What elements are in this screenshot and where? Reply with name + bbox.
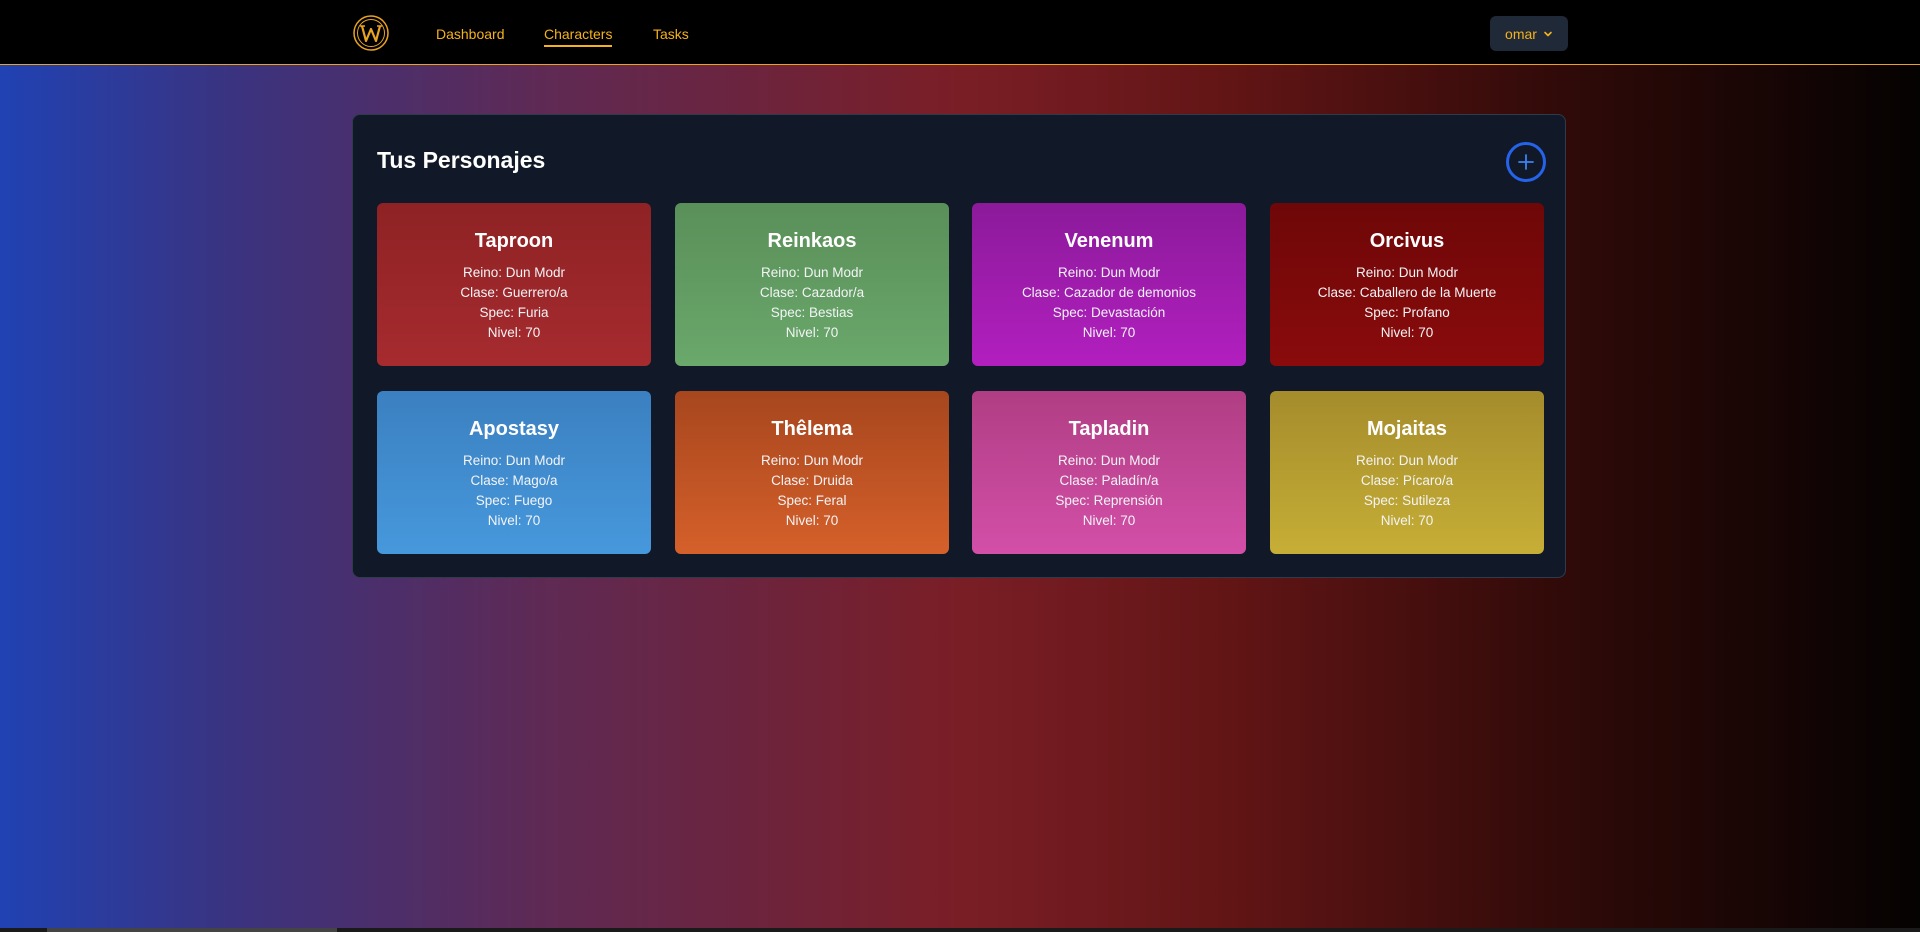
- character-spec: Spec: Bestias: [770, 305, 854, 320]
- nav-characters-link[interactable]: Characters: [544, 25, 613, 47]
- character-name: Thêlema: [771, 418, 853, 440]
- character-name: Reinkaos: [767, 230, 857, 252]
- character-realm: Reino: Dun Modr: [760, 265, 864, 280]
- character-card[interactable]: Apostasy Reino: Dun Modr Clase: Mago/a S…: [377, 391, 651, 554]
- character-class: Clase: Caballero de la Muerte: [1317, 285, 1497, 300]
- character-class: Clase: Cazador/a: [759, 285, 865, 300]
- character-spec: Spec: Furia: [479, 305, 549, 320]
- page-title: Tus Personajes: [377, 147, 546, 173]
- character-realm: Reino: Dun Modr: [1057, 453, 1161, 468]
- character-realm: Reino: Dun Modr: [1355, 453, 1459, 468]
- scrollbar-thumb[interactable]: [47, 928, 337, 932]
- horizontal-scrollbar[interactable]: [0, 928, 1920, 932]
- character-name: Mojaitas: [1366, 418, 1448, 440]
- character-level: Nivel: 70: [785, 513, 839, 528]
- character-realm: Reino: Dun Modr: [1355, 265, 1459, 280]
- plus-icon: [1518, 154, 1534, 170]
- username-label: omar: [1505, 25, 1537, 42]
- character-level: Nivel: 70: [487, 325, 541, 340]
- character-card[interactable]: Venenum Reino: Dun Modr Clase: Cazador d…: [972, 203, 1246, 366]
- characters-panel: Tus Personajes Taproon Reino: Dun Modr C…: [352, 114, 1566, 578]
- top-navbar: Dashboard Characters Tasks omar: [0, 0, 1920, 65]
- character-level: Nivel: 70: [785, 325, 839, 340]
- nav-dashboard-link[interactable]: Dashboard: [436, 25, 505, 43]
- character-class: Clase: Druida: [771, 473, 853, 488]
- character-card[interactable]: Thêlema Reino: Dun Modr Clase: Druida Sp…: [675, 391, 949, 554]
- character-level: Nivel: 70: [1082, 513, 1136, 528]
- character-card[interactable]: Orcivus Reino: Dun Modr Clase: Caballero…: [1270, 203, 1544, 366]
- character-spec: Spec: Fuego: [475, 493, 553, 508]
- character-card[interactable]: Mojaitas Reino: Dun Modr Clase: Pícaro/a…: [1270, 391, 1544, 554]
- character-card[interactable]: Tapladin Reino: Dun Modr Clase: Paladín/…: [972, 391, 1246, 554]
- character-level: Nivel: 70: [487, 513, 541, 528]
- character-name: Taproon: [474, 230, 554, 252]
- user-menu-button[interactable]: omar: [1490, 16, 1568, 51]
- character-card[interactable]: Reinkaos Reino: Dun Modr Clase: Cazador/…: [675, 203, 949, 366]
- character-name: Venenum: [1064, 230, 1154, 252]
- character-class: Clase: Paladín/a: [1059, 473, 1159, 488]
- character-realm: Reino: Dun Modr: [462, 453, 566, 468]
- character-name: Orcivus: [1369, 230, 1445, 252]
- character-name: Tapladin: [1068, 418, 1150, 440]
- wow-logo-icon[interactable]: [352, 14, 390, 52]
- character-level: Nivel: 70: [1380, 325, 1434, 340]
- chevron-down-icon: [1544, 31, 1552, 36]
- character-card[interactable]: Taproon Reino: Dun Modr Clase: Guerrero/…: [377, 203, 651, 366]
- character-spec: Spec: Feral: [777, 493, 847, 508]
- character-class: Clase: Pícaro/a: [1360, 473, 1454, 488]
- character-name: Apostasy: [468, 418, 560, 440]
- character-level: Nivel: 70: [1082, 325, 1136, 340]
- character-realm: Reino: Dun Modr: [1057, 265, 1161, 280]
- character-realm: Reino: Dun Modr: [462, 265, 566, 280]
- nav-tasks-link[interactable]: Tasks: [653, 25, 689, 43]
- character-class: Clase: Guerrero/a: [460, 285, 568, 300]
- character-spec: Spec: Devastación: [1052, 305, 1166, 320]
- character-spec: Spec: Profano: [1364, 305, 1450, 320]
- character-class: Clase: Mago/a: [470, 473, 558, 488]
- character-realm: Reino: Dun Modr: [760, 453, 864, 468]
- character-spec: Spec: Reprensión: [1055, 493, 1163, 508]
- character-class: Clase: Cazador de demonios: [1021, 285, 1197, 300]
- character-level: Nivel: 70: [1380, 513, 1434, 528]
- add-character-button[interactable]: [1506, 142, 1546, 182]
- character-spec: Spec: Sutileza: [1363, 493, 1451, 508]
